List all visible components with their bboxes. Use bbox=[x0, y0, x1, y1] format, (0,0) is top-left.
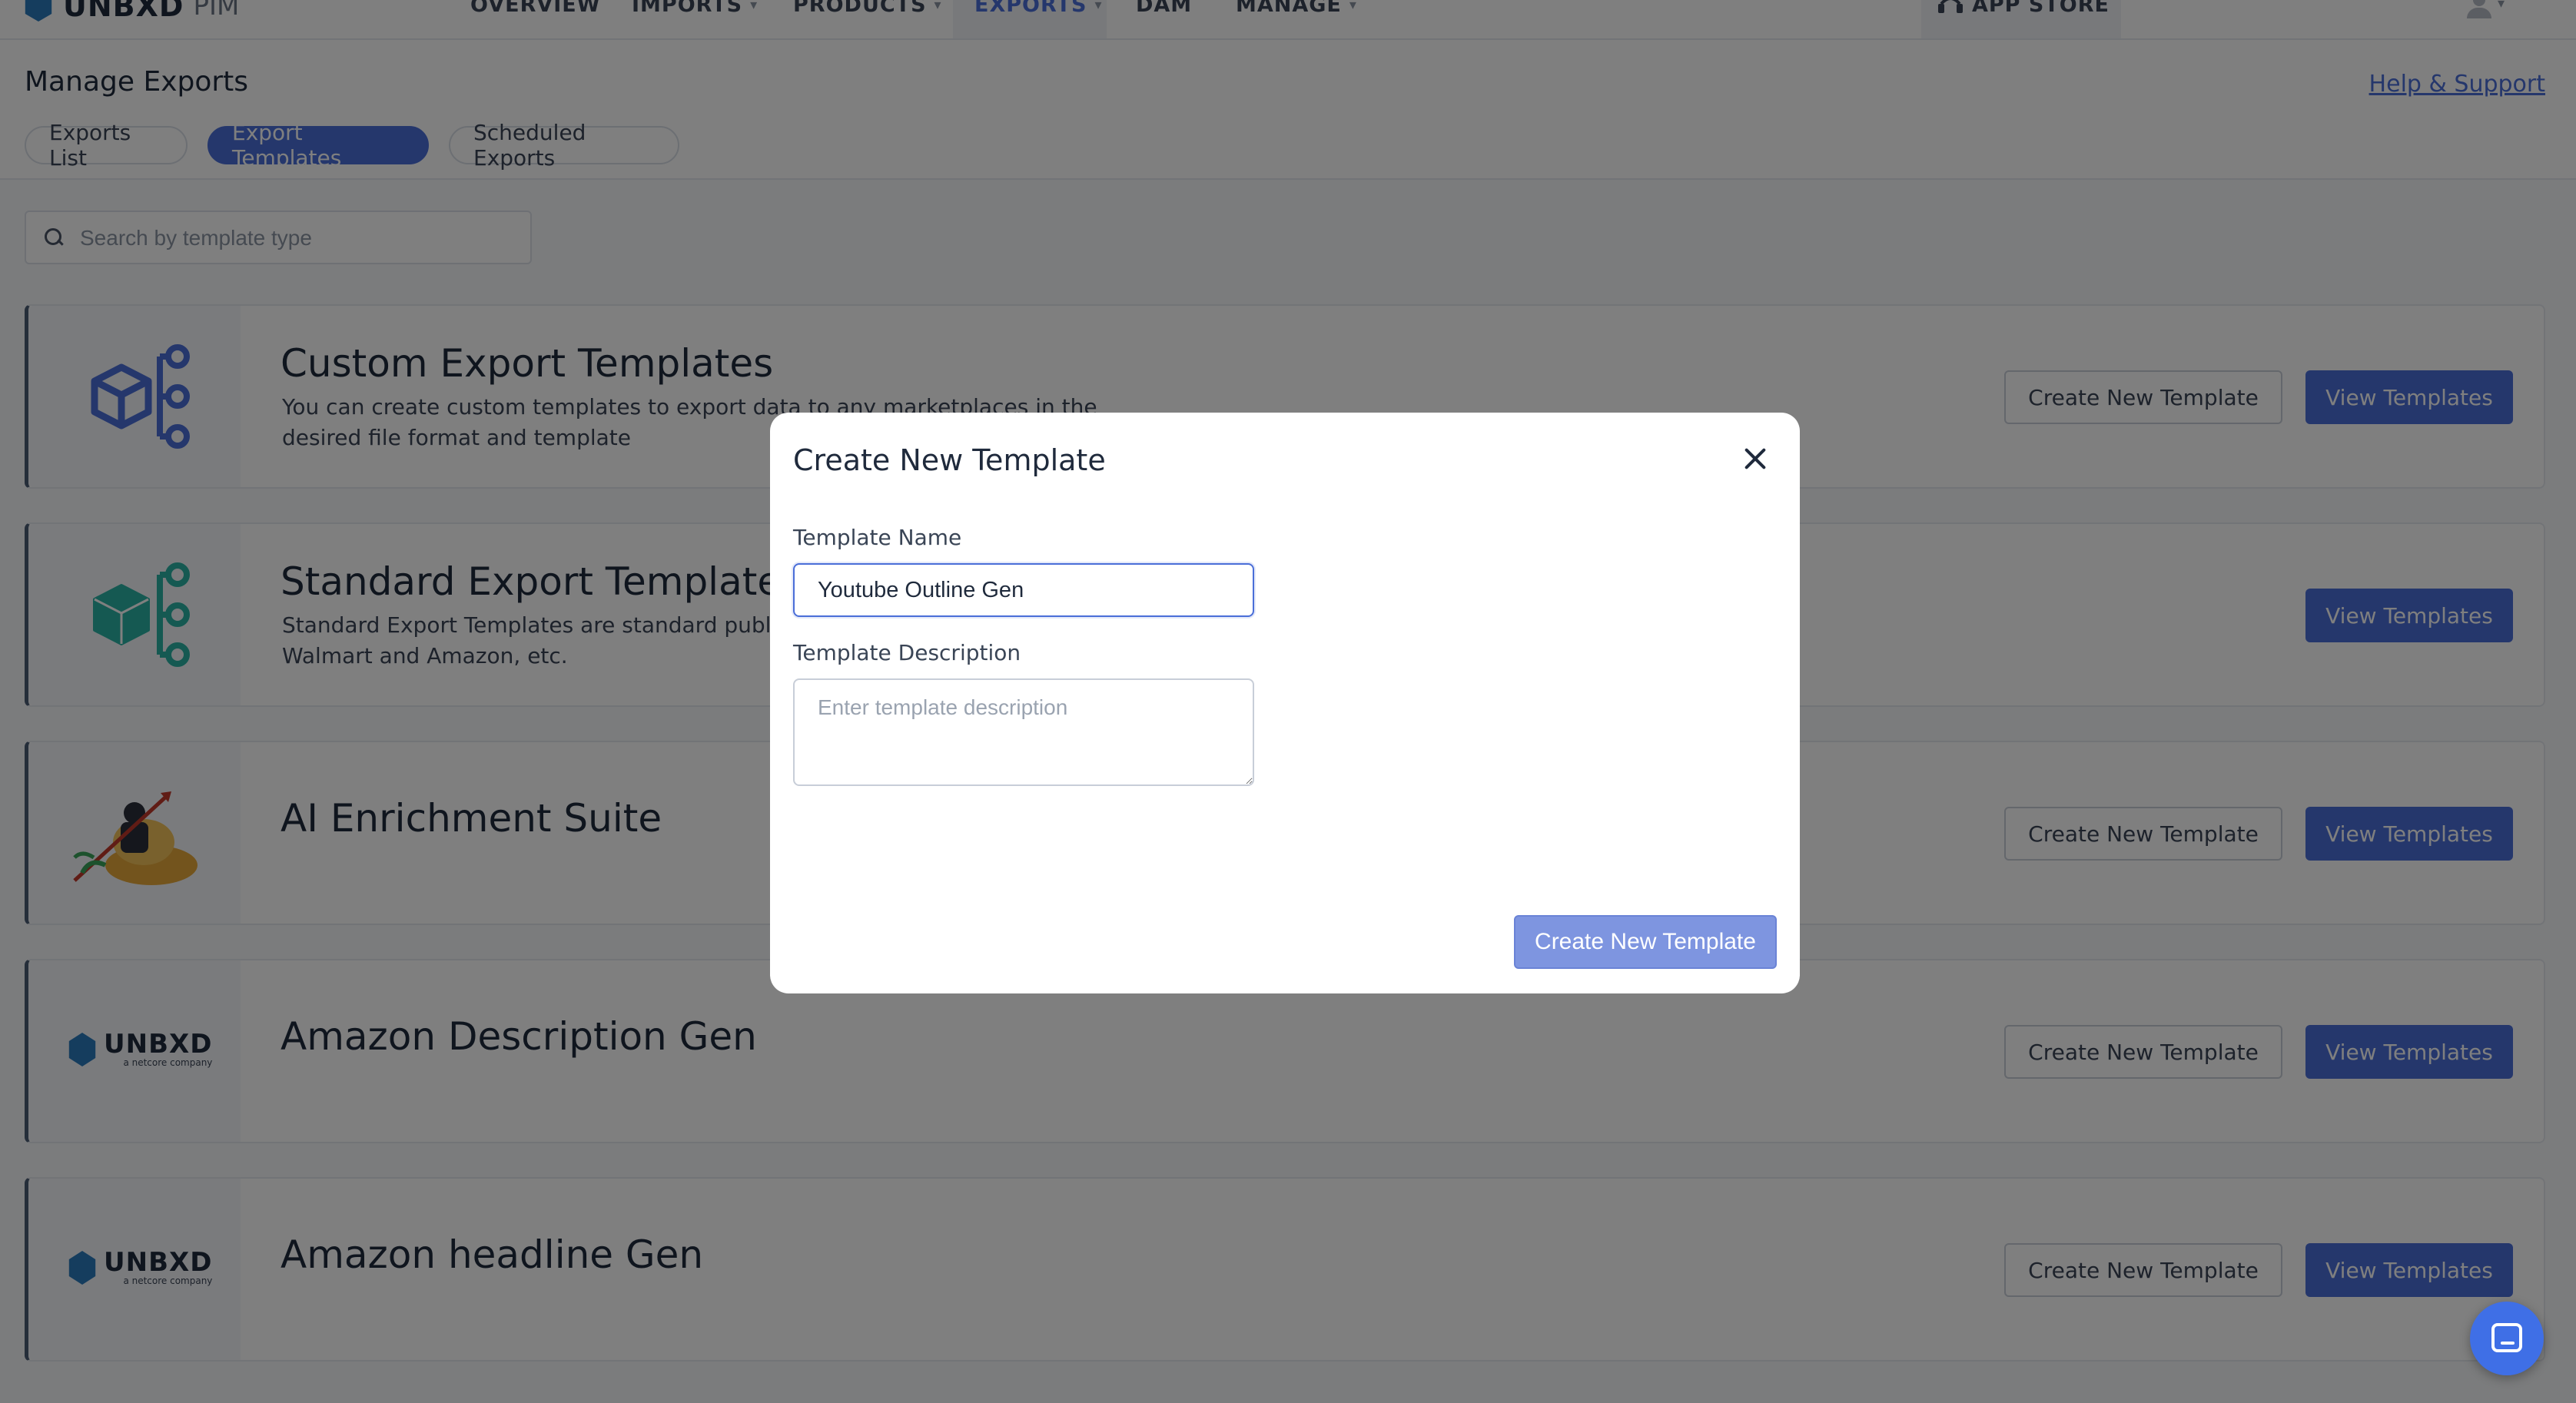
chat-icon bbox=[2491, 1323, 2522, 1352]
template-description-label: Template Description bbox=[793, 640, 1021, 665]
page: UNBXD PIM OVERVIEW IMPORTS ▾ PRODUCTS ▾ … bbox=[0, 0, 2576, 1403]
close-icon[interactable] bbox=[1740, 443, 1771, 474]
template-name-input[interactable] bbox=[793, 563, 1254, 617]
create-new-template-submit-button[interactable]: Create New Template bbox=[1514, 915, 1777, 969]
template-description-input[interactable] bbox=[793, 678, 1254, 786]
modal-title: Create New Template bbox=[793, 443, 1106, 477]
template-name-label: Template Name bbox=[793, 525, 962, 550]
chat-widget-button[interactable] bbox=[2470, 1302, 2544, 1375]
create-template-modal: Create New Template Template Name Templa… bbox=[770, 413, 1800, 993]
